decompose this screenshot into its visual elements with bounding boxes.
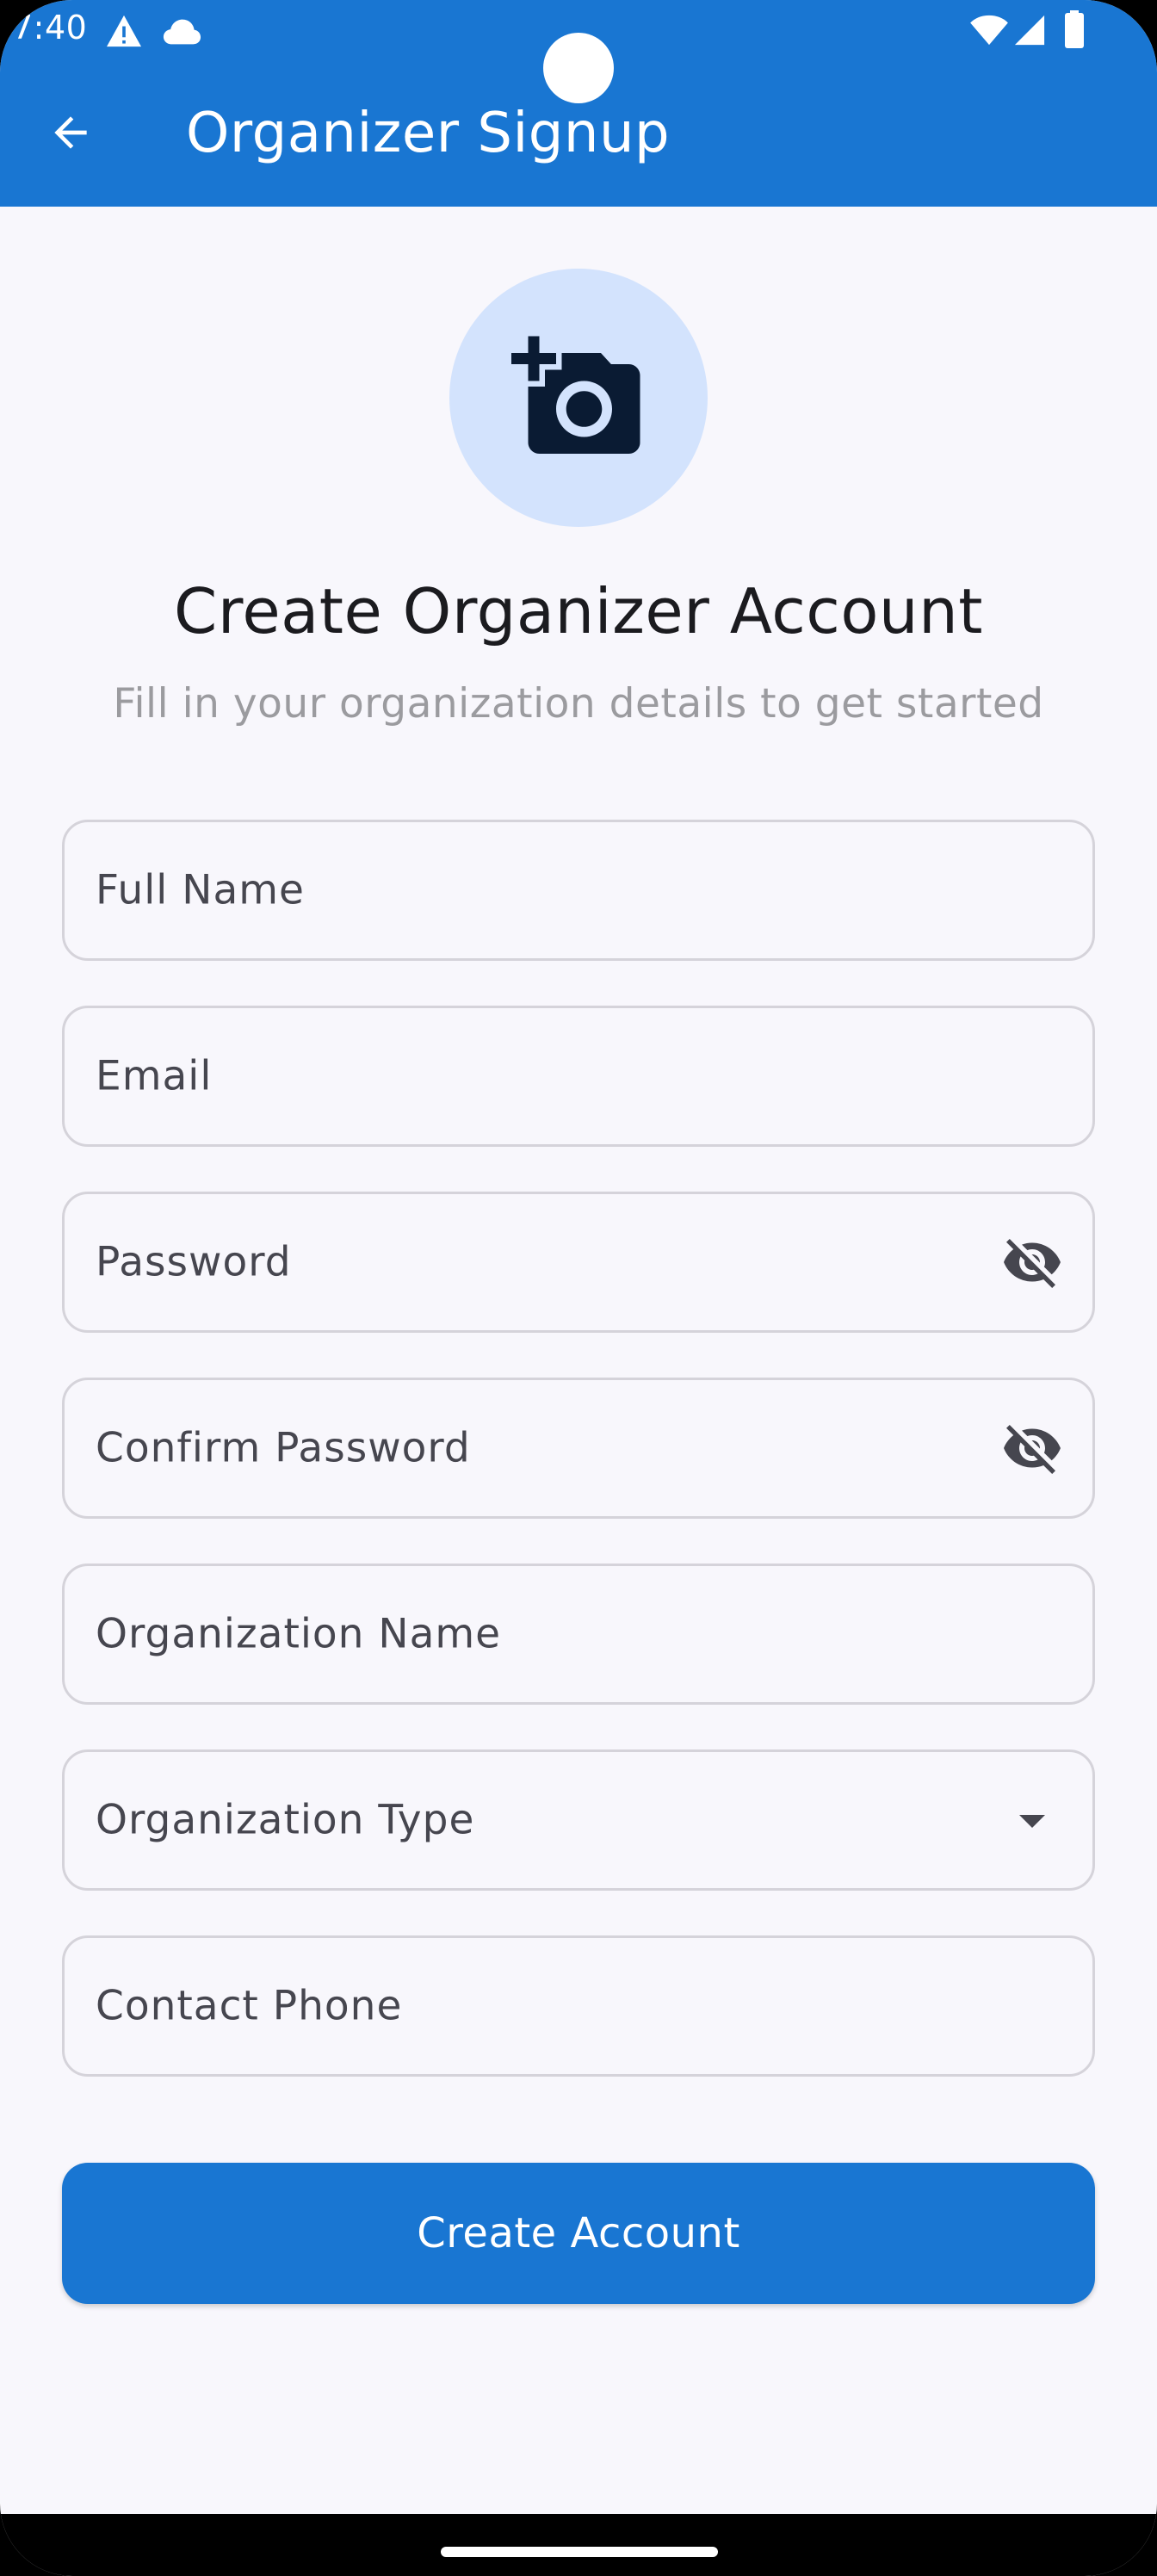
password-field[interactable]: Password [62, 1192, 1095, 1333]
app-bar-title: Organizer Signup [186, 102, 671, 165]
battery-icon [1065, 10, 1084, 48]
create-account-button[interactable]: Create Account [62, 2163, 1095, 2304]
confirm-password-visibility-toggle[interactable] [1001, 1417, 1063, 1479]
confirm-password-label: Confirm Password [96, 1424, 471, 1472]
status-time: 7:40 [12, 9, 88, 46]
organization-name-field[interactable]: Organization Name [62, 1564, 1095, 1705]
organization-type-dropdown[interactable]: Organization Type [62, 1749, 1095, 1891]
back-button[interactable] [38, 100, 103, 165]
dropdown-arrow-icon [1019, 1815, 1045, 1828]
organization-type-label: Organization Type [96, 1796, 475, 1844]
app-bar: 7:40 Organizer Signup [0, 0, 1157, 207]
add-a-photo-icon [511, 336, 640, 454]
password-visibility-toggle[interactable] [1001, 1231, 1063, 1293]
email-field[interactable]: Email [62, 1006, 1095, 1147]
contact-phone-field[interactable]: Contact Phone [62, 1935, 1095, 2077]
system-navigation-bar [0, 2514, 1157, 2576]
phone-screen: 7:40 Organizer Signup Create Organizer A… [0, 0, 1157, 2576]
home-gesture-handle[interactable] [441, 2547, 718, 2557]
front-camera [543, 33, 614, 103]
wifi-icon [970, 15, 1008, 46]
cloud-icon [163, 19, 201, 45]
organization-name-label: Organization Name [96, 1610, 502, 1658]
page-title: Create Organizer Account [174, 575, 983, 647]
profile-photo-picker[interactable] [449, 269, 708, 527]
contact-phone-label: Contact Phone [96, 1982, 403, 2030]
password-label: Password [96, 1238, 292, 1286]
warning-icon [107, 15, 141, 47]
visibility-off-icon [1004, 1239, 1061, 1288]
page-subtitle: Fill in your organization details to get… [113, 680, 1044, 728]
confirm-password-field[interactable]: Confirm Password [62, 1378, 1095, 1519]
visibility-off-icon [1004, 1425, 1061, 1474]
arrow-back-icon [54, 116, 87, 149]
status-bar: 7:40 [0, 0, 1157, 103]
dropdown-toggle[interactable] [1001, 1789, 1063, 1851]
full-name-label: Full Name [96, 866, 305, 914]
email-label: Email [96, 1052, 213, 1100]
cell-signal-icon [1014, 15, 1045, 46]
full-name-field[interactable]: Full Name [62, 820, 1095, 961]
